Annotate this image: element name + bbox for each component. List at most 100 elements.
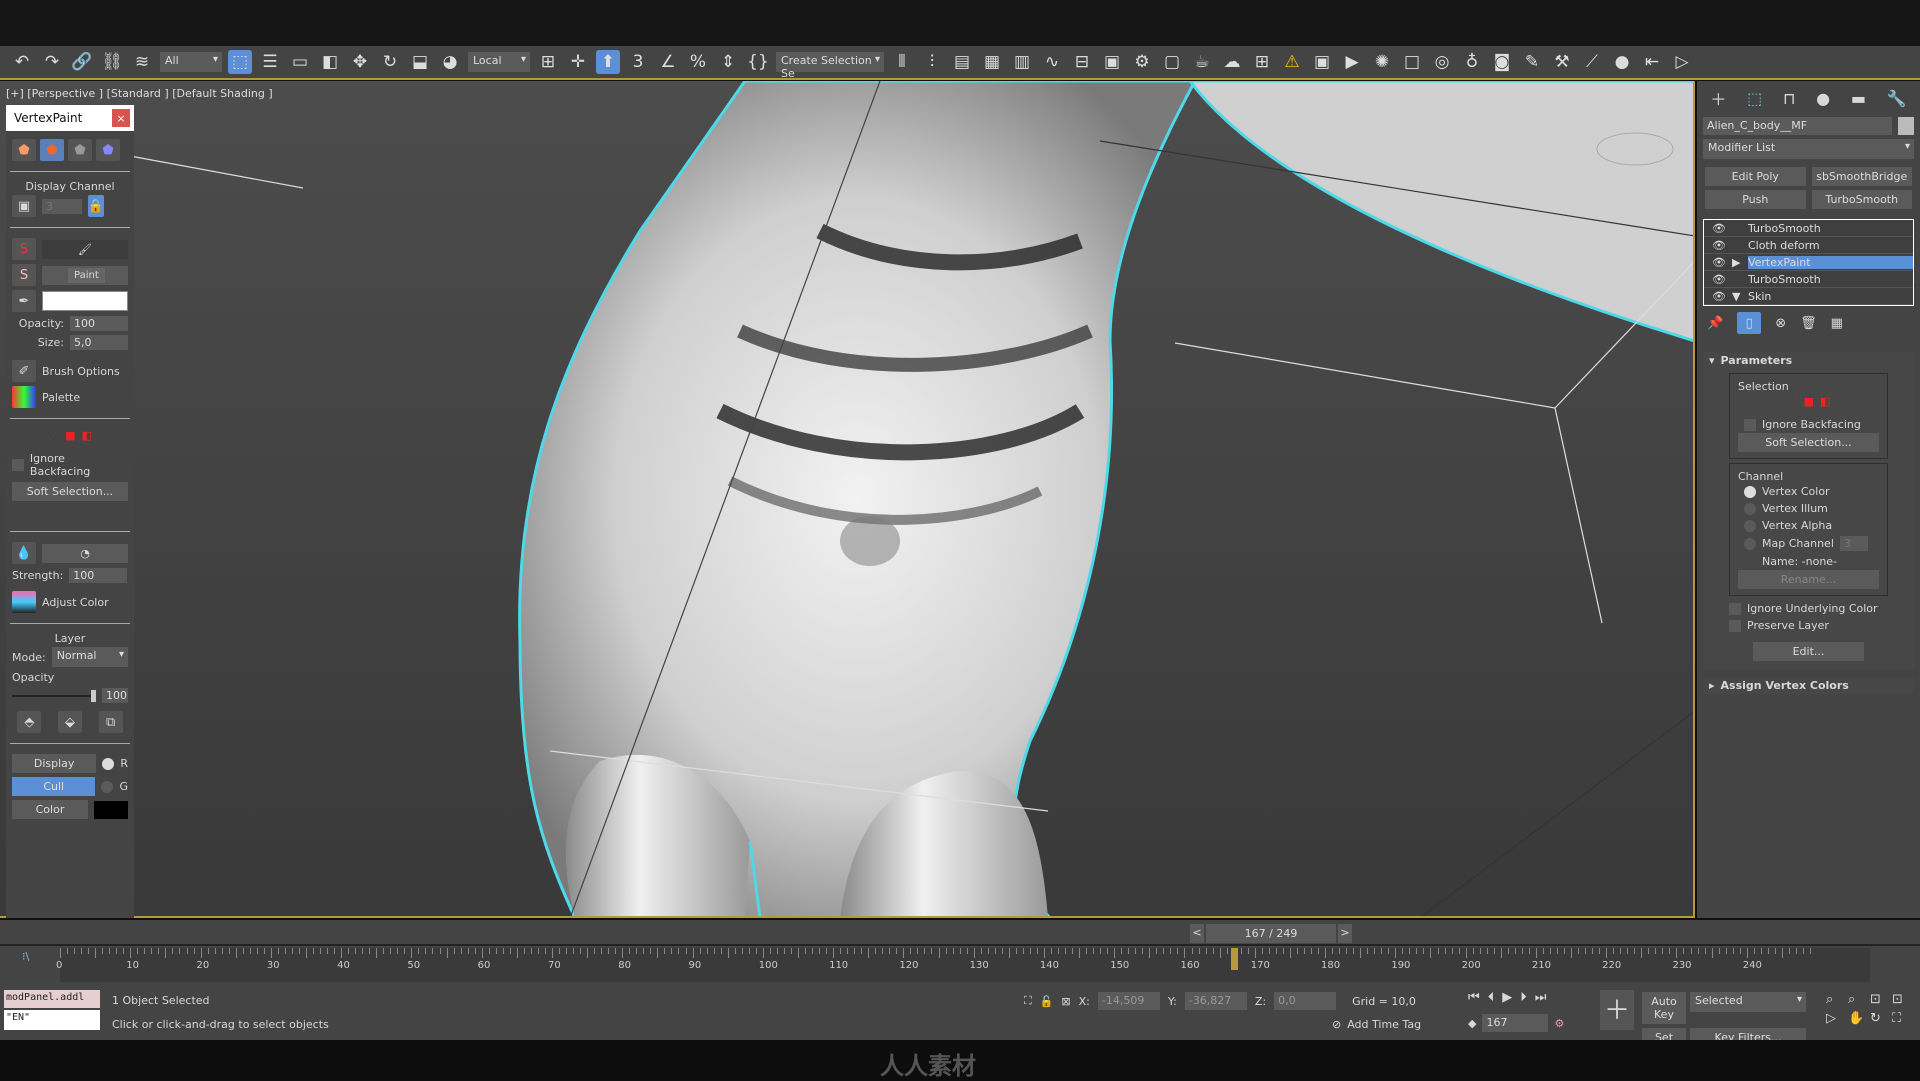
pin-stack-icon[interactable]: 📌	[1707, 316, 1723, 331]
map-channel-radio[interactable]	[1744, 537, 1756, 550]
timeline-track[interactable]: 0 10 20 30 40 50 60 70 80 90 100 110 120 130 140 150 160…	[56, 948, 1870, 982]
time-tag-icon[interactable]: ⊘	[1332, 1018, 1341, 1031]
keyboard-shortcut-icon[interactable]: ✛	[566, 50, 590, 74]
scene-explorer-icon[interactable]: ▤	[950, 50, 974, 74]
window-crossing-icon[interactable]: ◧	[318, 50, 342, 74]
stack-item-selected[interactable]: 👁 ▶ VertexPaint	[1704, 254, 1913, 271]
prev-key-icon[interactable]: ⏴	[1488, 990, 1495, 1005]
align-icon[interactable]: ⫶	[920, 50, 944, 74]
redo-icon[interactable]: ↷	[40, 50, 64, 74]
object-name-field[interactable]: Alien_C_body__MF	[1703, 117, 1892, 135]
move-icon[interactable]: ✥	[348, 50, 372, 74]
ignore-underlying-checkbox[interactable]	[1729, 602, 1741, 615]
ignore-backfacing-checkbox[interactable]	[12, 459, 24, 471]
display-button[interactable]: Display	[12, 754, 97, 773]
reference-coord-dropdown[interactable]: Local	[468, 52, 530, 72]
brush-options-label[interactable]: Brush Options	[42, 365, 120, 378]
map-channel-spinner[interactable]: 3	[1839, 536, 1868, 551]
curve-editor-icon[interactable]: ∿	[1040, 50, 1064, 74]
adjust-color-label[interactable]: Adjust Color	[42, 596, 109, 609]
vertex-color-radio[interactable]	[1744, 485, 1756, 498]
assign-vertex-colors-title[interactable]: Assign Vertex Colors	[1721, 679, 1849, 692]
place-icon[interactable]: ◕	[438, 50, 462, 74]
preserve-layer-checkbox[interactable]	[1729, 619, 1741, 632]
r-radio[interactable]	[102, 757, 115, 770]
remove-modifier-icon[interactable]: 🗑	[1800, 316, 1817, 331]
configure-sets-icon[interactable]: ▦	[1831, 316, 1843, 331]
rollout-collapse-icon[interactable]: ▾	[1709, 354, 1715, 367]
display-channel-spinner[interactable]: 3	[42, 198, 82, 214]
viewport-icon[interactable]: ▣	[1310, 50, 1334, 74]
show-end-result-icon[interactable]: ▯	[1737, 312, 1762, 334]
blur-brush-button[interactable]: ◔	[42, 543, 128, 563]
make-unique-icon[interactable]: ⊗	[1775, 316, 1786, 331]
current-frame-field[interactable]: 167	[1482, 1014, 1549, 1032]
spinner-snap-icon[interactable]: ⇕	[716, 50, 740, 74]
set-keys-icon[interactable]: ＋	[1600, 990, 1634, 1030]
select-object-icon[interactable]: ⬚	[228, 50, 252, 74]
material-editor-icon[interactable]: ▣	[1100, 50, 1124, 74]
hierarchy-tab-icon[interactable]: ⊓	[1783, 89, 1795, 108]
schematic-view-icon[interactable]: ⊟	[1070, 50, 1094, 74]
blur-icon[interactable]: 💧	[12, 542, 36, 564]
zoom-extents-icon[interactable]: ⊡	[1870, 992, 1890, 1007]
paint-all-icon[interactable]: S	[12, 238, 36, 260]
rotate-icon[interactable]: ↻	[378, 50, 402, 74]
color-picker-icon[interactable]: ✒	[12, 290, 36, 312]
layer-explorer-icon[interactable]: ▦	[980, 50, 1004, 74]
add-time-tag[interactable]: Add Time Tag	[1347, 1018, 1421, 1031]
brush-options-icon[interactable]: ✐	[12, 360, 36, 382]
vertex-color-display-shaded-icon[interactable]: ⬟	[12, 139, 36, 161]
x-field[interactable]: -14,509	[1097, 992, 1160, 1010]
brush-icon[interactable]: ✎	[1520, 50, 1544, 74]
zoom-extents-all-icon[interactable]: ⊡	[1892, 992, 1912, 1007]
element-select-icon[interactable]: ◧	[1820, 395, 1830, 408]
key-mode-dropdown[interactable]: Selected	[1690, 992, 1806, 1012]
slider-handle[interactable]	[91, 689, 96, 702]
mode-dropdown[interactable]: Normal	[51, 647, 128, 667]
snap-3d-icon[interactable]: 3	[626, 50, 650, 74]
stack-item[interactable]: 👁 ▼ Skin	[1704, 288, 1913, 305]
disable-vertex-color-icon[interactable]: ⬟	[68, 139, 92, 161]
selection-lock-icon[interactable]: 🔓	[1040, 995, 1054, 1008]
render-setup-icon[interactable]: ⚙	[1130, 50, 1154, 74]
goto-end-icon[interactable]: ⏭	[1535, 990, 1547, 1005]
particle-icon[interactable]: ✺	[1370, 50, 1394, 74]
delete-layer-icon[interactable]: ⬙	[57, 711, 82, 733]
isolate-icon[interactable]: ⛶	[1024, 994, 1032, 1008]
link-icon[interactable]: 🔗	[70, 50, 94, 74]
angle-snap-icon[interactable]: ∠	[656, 50, 680, 74]
z-field[interactable]: 0,0	[1274, 992, 1337, 1010]
percent-snap-icon[interactable]: %	[686, 50, 710, 74]
cull-button[interactable]: Cull	[12, 777, 96, 796]
rect-selection-icon[interactable]: ▭	[288, 50, 312, 74]
color-button[interactable]: Color	[12, 800, 88, 819]
time-config-icon[interactable]: ⚙	[1554, 1017, 1564, 1030]
create-tab-icon[interactable]: ＋	[1710, 86, 1726, 110]
key-mode-icon[interactable]: ◆	[1468, 1017, 1476, 1030]
goto-start-icon[interactable]: ⏮	[1468, 990, 1480, 1005]
next-frame-button[interactable]: >	[1338, 924, 1352, 943]
condense-layers-icon[interactable]: ⧉	[98, 711, 123, 733]
maxscript-input[interactable]: "EN"	[4, 1010, 100, 1030]
soft-selection-button[interactable]: Soft Selection...	[12, 482, 128, 501]
new-layer-icon[interactable]: ⬘	[17, 711, 42, 733]
expand-icon[interactable]: ⇤	[1640, 50, 1664, 74]
maxscript-listener[interactable]: modPanel.addl	[4, 990, 100, 1008]
display-tab-icon[interactable]: ▬	[1851, 89, 1866, 108]
light-icon[interactable]: ♁	[1460, 50, 1484, 74]
render-cloud-icon[interactable]: ☁	[1220, 50, 1244, 74]
element-select-icon[interactable]: ◧	[82, 429, 92, 442]
rename-button[interactable]: Rename...	[1738, 570, 1879, 589]
play-icon[interactable]: ▶	[1502, 990, 1512, 1005]
selection-lock-icon[interactable]: ⬆	[596, 50, 620, 74]
render-frame-icon[interactable]: ▢	[1160, 50, 1184, 74]
soft-selection-button[interactable]: Soft Selection...	[1738, 433, 1879, 452]
warning-icon[interactable]: ⚠	[1280, 50, 1304, 74]
lock-icon[interactable]: 🔒	[88, 195, 104, 217]
bind-spacewarp-icon[interactable]: ≋	[130, 50, 154, 74]
stack-item[interactable]: 👁 Cloth deform	[1704, 237, 1913, 254]
face-select-icon[interactable]: ■	[1804, 395, 1814, 408]
vertex-select-icon[interactable]: ⋰	[1787, 395, 1798, 408]
maximize-viewport-icon[interactable]: ⛶	[1892, 1011, 1912, 1026]
